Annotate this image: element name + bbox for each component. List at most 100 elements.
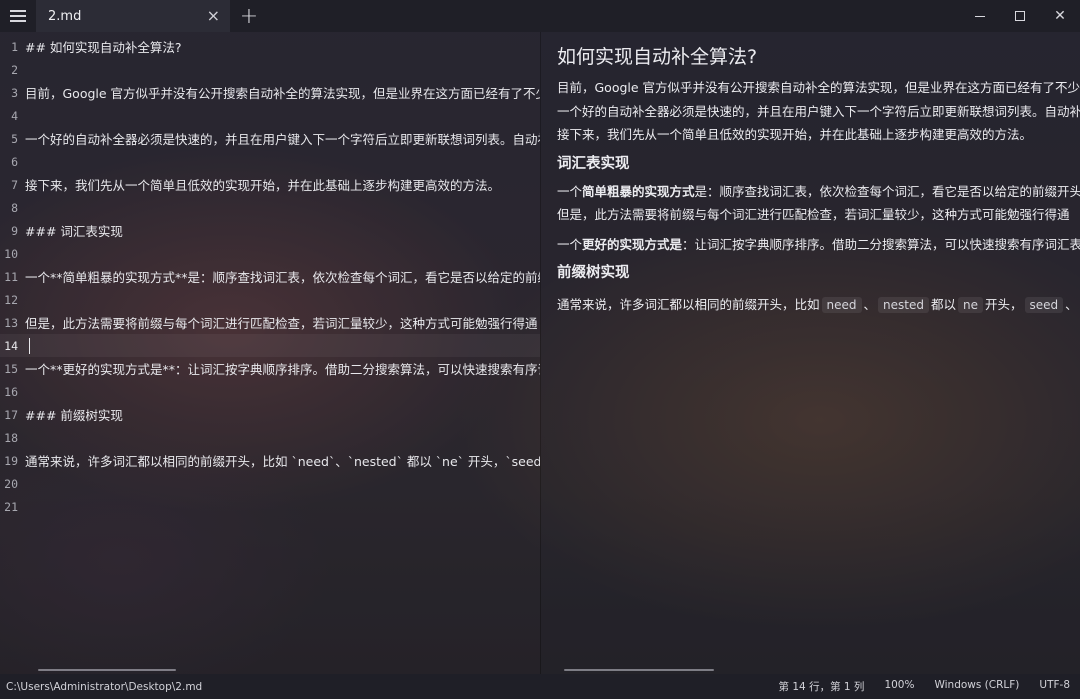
preview-paragraph: 一个好的自动补全器必须是快速的，并且在用户键入下一个字符后立即更新联想词列表。自… bbox=[557, 104, 1080, 119]
markdown-preview: 如何实现自动补全算法? 目前，Google 官方似乎并没有公开搜索自动补全的算法… bbox=[541, 32, 1080, 674]
editor-line[interactable]: 15 一个**更好的实现方式是**：让词汇按字典顺序排序。借助二分搜索算法，可以快… bbox=[0, 357, 540, 380]
preview-horizontal-scrollbar[interactable] bbox=[564, 669, 714, 671]
editor-line[interactable]: 18 bbox=[0, 426, 540, 449]
editor-line[interactable]: 3 目前，Google 官方似乎并没有公开搜索自动补全的算法实现，但是业界在这方面… bbox=[0, 81, 540, 104]
line-number: 15 bbox=[4, 361, 18, 376]
line-number: 4 bbox=[11, 108, 18, 123]
text-run: 、 bbox=[1065, 297, 1078, 312]
menu-button[interactable] bbox=[0, 0, 36, 32]
text-run: 开头， bbox=[985, 297, 1023, 312]
line-number: 11 bbox=[4, 269, 18, 284]
encoding[interactable]: UTF-8 bbox=[1029, 679, 1080, 694]
line-text: ## 如何实现自动补全算法? bbox=[25, 40, 182, 55]
line-text: 一个**更好的实现方式是**：让词汇按字典顺序排序。借助二分搜索算法，可以快速搜… bbox=[25, 362, 540, 377]
text-run: ：让词汇按字典顺序排序。借助二分搜索算法，可以快速搜索有序词汇表 bbox=[682, 237, 1080, 252]
inline-code: seed bbox=[1024, 297, 1064, 313]
text-run: 是：顺序查找词汇表，依次检查每个词汇，看它是否以给定的前缀开头 bbox=[694, 184, 1080, 199]
preview-paragraph: 通常来说，许多词汇都以相同的前缀开头，比如 need、 nested 都以 ne 开头， s… bbox=[557, 294, 1078, 313]
line-number: 13 bbox=[4, 315, 18, 330]
line-number: 6 bbox=[11, 154, 18, 169]
editor-line[interactable]: 16 bbox=[0, 380, 540, 403]
editor-line[interactable]: 21 bbox=[0, 495, 540, 518]
line-number: 3 bbox=[11, 85, 18, 100]
editor-line-current[interactable]: 14 bbox=[0, 334, 540, 357]
status-right-group: 第 14 行，第 1 列 100% Windows (CRLF) UTF-8 bbox=[769, 679, 1080, 694]
editor-line[interactable]: 19 通常来说，许多词汇都以相同的前缀开头，比如 `need`、`nested` … bbox=[0, 449, 540, 472]
editor-line[interactable]: 7 接下来，我们先从一个简单且低效的实现开始，并在此基础上逐步构建更高效的方法。 bbox=[0, 173, 540, 196]
line-text: 但是，此方法需要将前缀与每个词汇进行匹配检查，若词汇量较少，这种方式可能勉强行得… bbox=[25, 316, 538, 331]
line-number: 5 bbox=[11, 131, 18, 146]
editor-line[interactable]: 1 ## 如何实现自动补全算法? bbox=[0, 35, 540, 58]
text-caret bbox=[29, 338, 30, 354]
editor-line[interactable]: 2 bbox=[0, 58, 540, 81]
line-text: 一个**简单粗暴的实现方式**是：顺序查找词汇表，依次检查每个词汇，看它是否以给… bbox=[25, 270, 540, 285]
hamburger-icon bbox=[10, 10, 26, 22]
line-text: 接下来，我们先从一个简单且低效的实现开始，并在此基础上逐步构建更高效的方法。 bbox=[25, 178, 501, 193]
line-number: 12 bbox=[4, 292, 18, 307]
maximize-button[interactable] bbox=[1000, 0, 1040, 32]
line-text: 一个好的自动补全器必须是快速的，并且在用户键入下一个字符后立即更新联想词列表。自… bbox=[25, 132, 540, 147]
text-run: 一个 bbox=[557, 184, 583, 199]
line-number: 21 bbox=[4, 499, 18, 514]
preview-paragraph: 但是，此方法需要将前缀与每个词汇进行匹配检查，若词汇量较少，这种方式可能勉强行得… bbox=[557, 207, 1070, 222]
text-run: 、 bbox=[863, 297, 877, 312]
tab-2md[interactable]: 2.md × bbox=[36, 0, 230, 32]
line-text: 目前，Google 官方似乎并没有公开搜索自动补全的算法实现，但是业界在这方面已… bbox=[25, 86, 540, 101]
bold-text: 更好的实现方式是 bbox=[582, 237, 683, 252]
preview-paragraph: 一个更好的实现方式是：让词汇按字典顺序排序。借助二分搜索算法，可以快速搜索有序词… bbox=[557, 234, 1080, 253]
minimize-icon bbox=[975, 15, 985, 17]
text-run: 都以 bbox=[930, 297, 956, 312]
line-number: 2 bbox=[11, 62, 18, 77]
preview-paragraph: 目前，Google 官方似乎并没有公开搜索自动补全的算法实现，但是业界在这方面已… bbox=[557, 80, 1080, 95]
editor-line[interactable]: 5 一个好的自动补全器必须是快速的，并且在用户键入下一个字符后立即更新联想词列表。… bbox=[0, 127, 540, 150]
preview-paragraph: 接下来，我们先从一个简单且低效的实现开始，并在此基础上逐步构建更高效的方法。 bbox=[557, 127, 1033, 142]
line-number: 7 bbox=[11, 177, 18, 192]
line-number: 20 bbox=[4, 476, 18, 491]
preview-heading-h3: 前缀树实现 bbox=[557, 265, 630, 281]
line-text: 通常来说，许多词汇都以相同的前缀开头，比如 `need`、`nested` 都以… bbox=[25, 454, 540, 469]
close-button[interactable]: ✕ bbox=[1040, 0, 1080, 32]
file-path: C:\Users\Administrator\Desktop\2.md bbox=[6, 680, 203, 693]
editor-line[interactable]: 13 但是，此方法需要将前缀与每个词汇进行匹配检查，若词汇量较少，这种方式可能勉强… bbox=[0, 311, 540, 334]
editor-line[interactable]: 6 bbox=[0, 150, 540, 173]
zoom-level[interactable]: 100% bbox=[874, 679, 924, 694]
line-number: 10 bbox=[4, 246, 18, 261]
inline-code: nested bbox=[878, 297, 929, 313]
cursor-position[interactable]: 第 14 行，第 1 列 bbox=[769, 679, 875, 694]
line-text: ### 词汇表实现 bbox=[25, 224, 123, 239]
window-controls: ✕ bbox=[960, 0, 1080, 32]
editor-line[interactable]: 17 ### 前缀树实现 bbox=[0, 403, 540, 426]
editor-line[interactable]: 8 bbox=[0, 196, 540, 219]
editor-line[interactable]: 20 bbox=[0, 472, 540, 495]
line-number: 16 bbox=[4, 384, 18, 399]
preview-heading-h3: 词汇表实现 bbox=[557, 156, 630, 172]
editor-horizontal-scrollbar[interactable] bbox=[38, 669, 176, 671]
editor-line[interactable]: 4 bbox=[0, 104, 540, 127]
line-number: 1 bbox=[11, 39, 18, 54]
line-number: 19 bbox=[4, 453, 18, 468]
editor-line[interactable]: 9 ### 词汇表实现 bbox=[0, 219, 540, 242]
line-number: 9 bbox=[11, 223, 18, 238]
close-icon: ✕ bbox=[1054, 8, 1066, 24]
title-bar: 2.md × + ✕ bbox=[0, 0, 1080, 32]
text-run: 一个 bbox=[557, 237, 583, 252]
preview-heading-h2: 如何实现自动补全算法? bbox=[557, 46, 758, 68]
tab-title: 2.md bbox=[48, 8, 82, 24]
new-tab-button[interactable]: + bbox=[230, 0, 268, 32]
tab-close-icon[interactable]: × bbox=[207, 8, 220, 24]
line-ending[interactable]: Windows (CRLF) bbox=[924, 679, 1029, 694]
markdown-editor[interactable]: 1 ## 如何实现自动补全算法? 2 3 目前，Google 官方似乎并没有公开搜索… bbox=[0, 32, 540, 674]
line-text: ### 前缀树实现 bbox=[25, 408, 123, 423]
preview-paragraph: 一个简单粗暴的实现方式是：顺序查找词汇表，依次检查每个词汇，看它是否以给定的前缀… bbox=[557, 181, 1080, 200]
minimize-button[interactable] bbox=[960, 0, 1000, 32]
editor-line[interactable]: 10 bbox=[0, 242, 540, 265]
line-number: 14 bbox=[4, 338, 18, 353]
maximize-icon bbox=[1015, 11, 1025, 21]
line-number: 18 bbox=[4, 430, 18, 445]
bold-text: 简单粗暴的实现方式 bbox=[582, 184, 695, 199]
editor-line[interactable]: 12 bbox=[0, 288, 540, 311]
editor-line[interactable]: 11 一个**简单粗暴的实现方式**是：顺序查找词汇表，依次检查每个词汇，看它是否… bbox=[0, 265, 540, 288]
line-number: 8 bbox=[11, 200, 18, 215]
text-run: 通常来说，许多词汇都以相同的前缀开头，比如 bbox=[557, 297, 820, 312]
status-bar: C:\Users\Administrator\Desktop\2.md 第 14… bbox=[0, 674, 1080, 699]
